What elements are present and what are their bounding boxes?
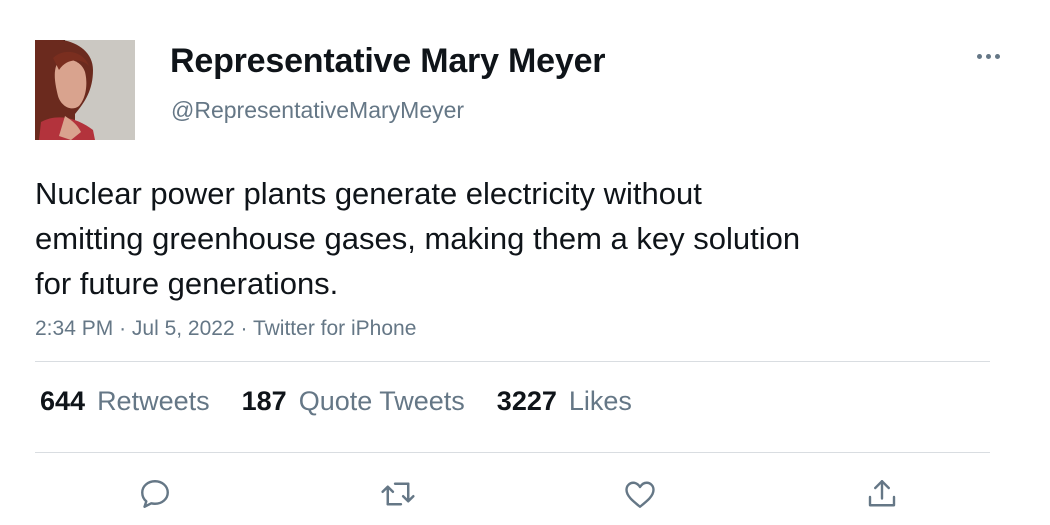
meta-separator: · bbox=[119, 317, 127, 340]
tweet-text-line: Nuclear power plants generate electricit… bbox=[35, 176, 702, 211]
tweet-source[interactable]: Twitter for iPhone bbox=[253, 317, 416, 340]
tweet-date[interactable]: Jul 5, 2022 bbox=[132, 317, 235, 340]
retweet-icon bbox=[381, 482, 415, 506]
like-button[interactable] bbox=[620, 474, 660, 514]
author-name[interactable]: Representative Mary Meyer bbox=[170, 42, 606, 81]
like-icon bbox=[625, 481, 655, 508]
retweet-button[interactable] bbox=[378, 474, 418, 514]
meta-separator: · bbox=[240, 317, 248, 340]
likes-stat[interactable]: 3227 Likes bbox=[497, 386, 632, 417]
quote-tweets-count: 187 bbox=[241, 386, 287, 416]
likes-count: 3227 bbox=[496, 386, 557, 416]
retweets-stat[interactable]: 644 Retweets bbox=[40, 386, 210, 417]
quote-tweets-stat[interactable]: 187 Quote Tweets bbox=[242, 386, 465, 417]
tweet-text-line: for future generations. bbox=[35, 266, 339, 301]
more-dot bbox=[994, 53, 1000, 59]
tweet-text: Nuclear power plants generate electricit… bbox=[35, 171, 935, 306]
engagement-stats: 644 Retweets 187 Quote Tweets 3227 Likes bbox=[40, 386, 664, 422]
share-button[interactable] bbox=[862, 474, 902, 514]
tweet-time[interactable]: 2:34 PM bbox=[35, 317, 113, 340]
divider bbox=[35, 452, 990, 453]
share-icon bbox=[868, 480, 896, 507]
avatar[interactable] bbox=[35, 40, 135, 140]
tweet-text-line: emitting greenhouse gases, making them a… bbox=[35, 221, 801, 256]
more-options-icon[interactable] bbox=[970, 44, 1006, 68]
more-dot bbox=[976, 53, 982, 59]
tweet-metadata: 2:34 PM · Jul 5, 2022 · Twitter for iPho… bbox=[35, 317, 416, 341]
more-dot bbox=[985, 53, 991, 59]
divider bbox=[35, 361, 990, 362]
reply-icon bbox=[141, 480, 169, 508]
retweets-count: 644 bbox=[40, 386, 86, 416]
author-handle[interactable]: @RepresentativeMaryMeyer bbox=[171, 97, 464, 124]
retweets-label: Retweets bbox=[97, 386, 210, 416]
quote-tweets-label: Quote Tweets bbox=[298, 386, 465, 416]
reply-button[interactable] bbox=[135, 474, 175, 514]
tweet-card: Representative Mary Meyer @Representativ… bbox=[0, 0, 1050, 525]
likes-label: Likes bbox=[568, 386, 632, 416]
